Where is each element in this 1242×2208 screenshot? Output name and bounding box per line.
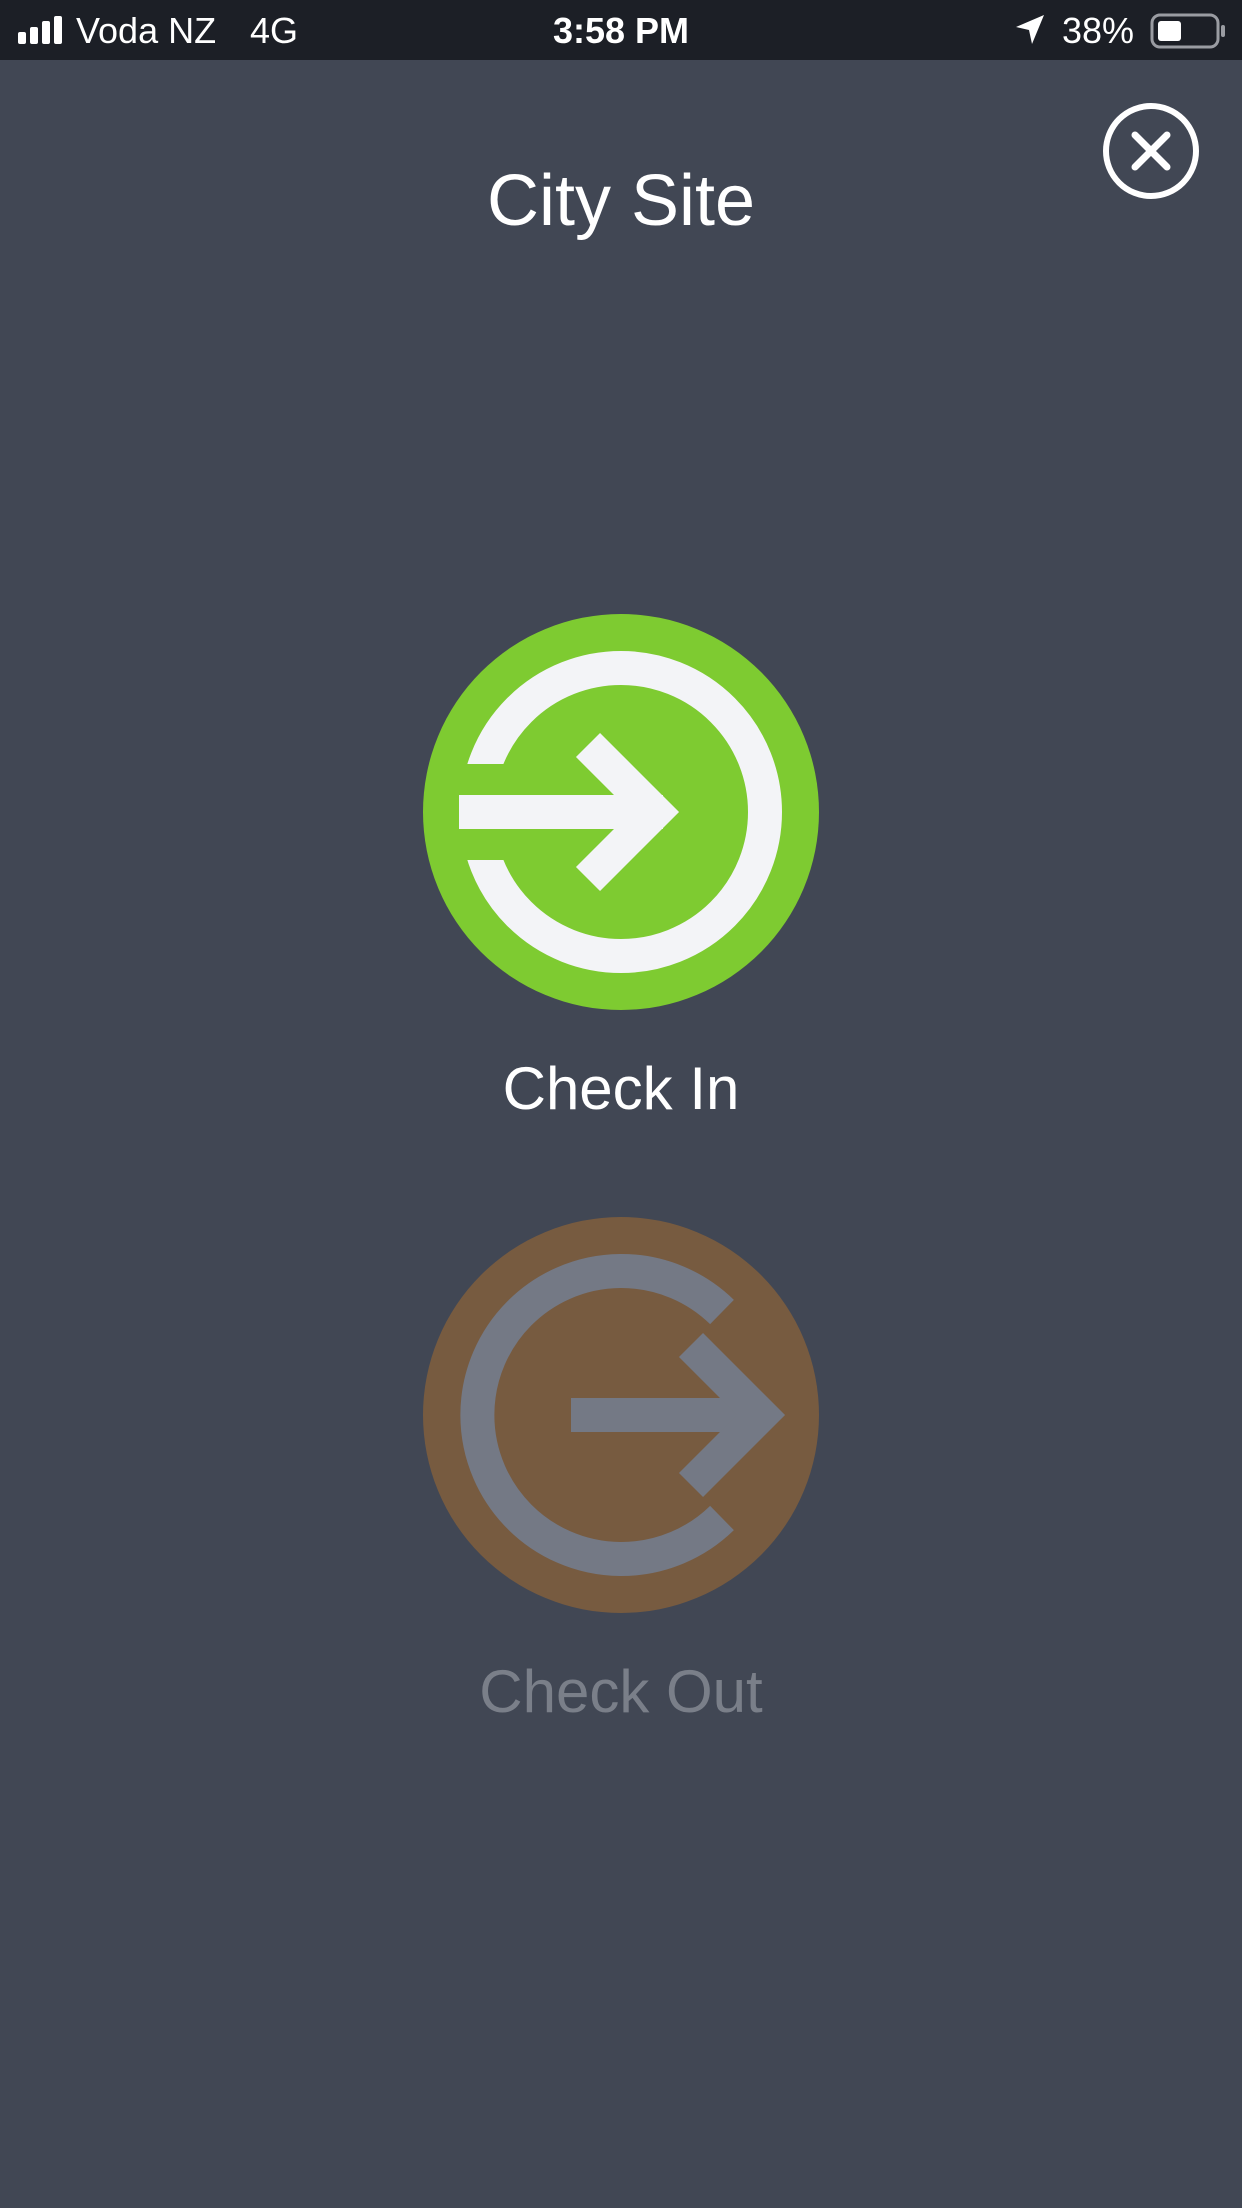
- page-title: City Site: [486, 161, 756, 241]
- battery-icon: [1150, 13, 1225, 49]
- check-out-icon: [423, 1217, 819, 1613]
- check-in-button[interactable]: Check In: [0, 614, 1242, 1123]
- status-bar: Voda NZ 4G 3:58 PM 38%: [0, 0, 1242, 60]
- check-in-icon: [423, 614, 819, 1010]
- status-time: 3:58 PM: [552, 10, 690, 51]
- location-arrow-icon: [1016, 15, 1044, 44]
- close-icon: [1103, 103, 1199, 199]
- check-out-button[interactable]: Check Out: [0, 1217, 1242, 1726]
- check-out-label: Check Out: [479, 1658, 763, 1725]
- battery-percent: 38%: [1062, 10, 1135, 51]
- screen: Voda NZ 4G 3:58 PM 38% City Site Check I…: [0, 0, 1242, 2208]
- close-button[interactable]: [1102, 102, 1200, 200]
- check-in-label: Check In: [502, 1055, 740, 1122]
